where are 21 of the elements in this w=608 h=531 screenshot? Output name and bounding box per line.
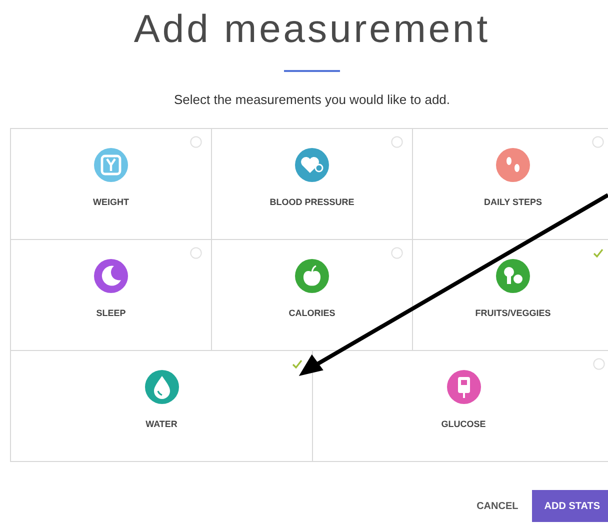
radio-circle[interactable] [391,136,403,148]
add-stats-button[interactable]: ADD STATS [532,490,608,522]
measurement-label: GLUCOSE [440,419,487,429]
radio-circle[interactable] [190,136,202,148]
radio-circle[interactable] [593,358,605,370]
measurement-label: WATER [144,419,178,429]
measurement-label: WEIGHT [92,197,130,207]
instruction-text: Select the measurements you would like to add. [172,92,452,107]
radio-circle[interactable] [391,247,403,259]
measurement-label: SLEEP [95,308,127,318]
measurement-label: CALORIES [288,308,336,318]
title-underline [284,70,340,72]
measurement-label: BLOOD PRESSURE [268,197,356,207]
cancel-button[interactable]: CANCEL [476,500,518,512]
check-icon[interactable] [291,358,303,370]
radio-circle[interactable] [190,247,202,259]
dialog-title: Add measurement [132,8,492,52]
radio-circle[interactable] [592,136,604,148]
measurement-label: FRUITS/VEGGIES [474,308,552,318]
measurement-label: DAILY STEPS [482,197,544,207]
check-icon[interactable] [592,247,604,259]
